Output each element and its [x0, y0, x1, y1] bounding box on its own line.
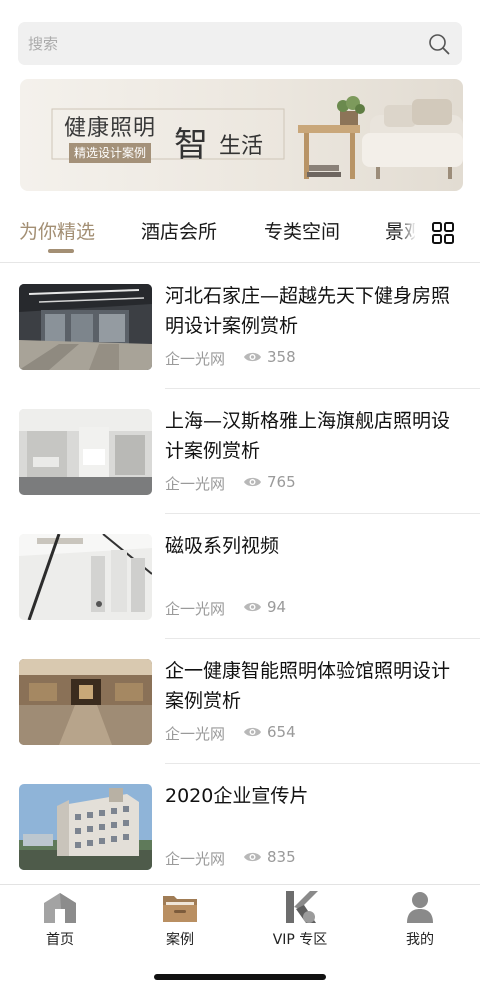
- grid-icon[interactable]: [431, 221, 455, 245]
- banner-title: 健康照明: [64, 116, 157, 141]
- building-photo: [19, 784, 152, 870]
- nav-home[interactable]: 首页: [5, 891, 115, 948]
- article-source: 企一光网: [165, 725, 226, 743]
- nav-label: 案例: [166, 932, 194, 948]
- eye-icon: [244, 602, 261, 612]
- article-source: 企一光网: [165, 850, 226, 868]
- nav-label: VIP 专区: [272, 932, 328, 948]
- tab-fade-overlay: [398, 208, 424, 256]
- article-title[interactable]: 2020企业宣传片: [165, 781, 461, 811]
- folder-icon: [163, 896, 197, 922]
- view-count: 765: [267, 473, 296, 491]
- tab-hotel-club[interactable]: 酒店会所: [141, 208, 217, 256]
- article-source: 企一光网: [165, 350, 226, 368]
- home-indicator: [154, 974, 326, 980]
- tab-special-space[interactable]: 专类空间: [264, 208, 340, 256]
- exhibition-hall-photo: [19, 659, 152, 745]
- article-item[interactable]: 2020企业宣传片 企一光网 835: [0, 764, 480, 889]
- banner-highlight: 智: [174, 125, 208, 165]
- article-item[interactable]: 上海—汉斯格雅上海旗舰店照明设计案例赏析 企一光网 765: [0, 389, 480, 514]
- nav-vip[interactable]: VIP 专区: [245, 891, 355, 948]
- article-title[interactable]: 上海—汉斯格雅上海旗舰店照明设计案例赏析: [165, 406, 461, 466]
- active-tab-indicator: [48, 249, 74, 253]
- view-count: 835: [267, 848, 296, 866]
- nav-label: 我的: [406, 932, 434, 948]
- promo-banner[interactable]: 健康照明 精选设计案例 智 生活: [20, 79, 463, 191]
- gym-photo: [19, 284, 152, 370]
- showroom-photo: [19, 409, 152, 495]
- tabs-divider: [0, 262, 480, 263]
- article-source: 企一光网: [165, 475, 226, 493]
- track-light-photo: [19, 534, 152, 620]
- search-bar[interactable]: [18, 22, 462, 65]
- eye-icon: [244, 477, 261, 487]
- article-item[interactable]: 企一健康智能照明体验馆照明设计案例赏析 企一光网 654: [0, 639, 480, 764]
- eye-icon: [244, 852, 261, 862]
- eye-icon: [244, 727, 261, 737]
- article-item[interactable]: 磁吸系列视频 企一光网 94: [0, 514, 480, 639]
- nav-profile[interactable]: 我的: [365, 891, 475, 948]
- view-count: 358: [267, 348, 296, 366]
- banner-suffix: 生活: [219, 134, 264, 159]
- nav-cases[interactable]: 案例: [125, 891, 235, 948]
- article-title[interactable]: 磁吸系列视频: [165, 531, 461, 561]
- home-icon: [44, 893, 76, 923]
- article-item[interactable]: 河北石家庄—超越先天下健身房照明设计案例赏析 企一光网 358: [0, 264, 480, 389]
- eye-icon: [244, 352, 261, 362]
- nav-label: 首页: [46, 932, 74, 948]
- view-count: 654: [267, 723, 296, 741]
- search-input[interactable]: [28, 22, 408, 65]
- article-source: 企一光网: [165, 600, 226, 618]
- article-title[interactable]: 企一健康智能照明体验馆照明设计案例赏析: [165, 656, 461, 716]
- banner-tag: 精选设计案例: [69, 143, 152, 163]
- vip-logo-icon: [286, 891, 318, 923]
- article-title[interactable]: 河北石家庄—超越先天下健身房照明设计案例赏析: [165, 281, 461, 341]
- user-icon: [407, 892, 433, 923]
- search-icon[interactable]: [427, 32, 451, 56]
- view-count: 94: [267, 598, 287, 616]
